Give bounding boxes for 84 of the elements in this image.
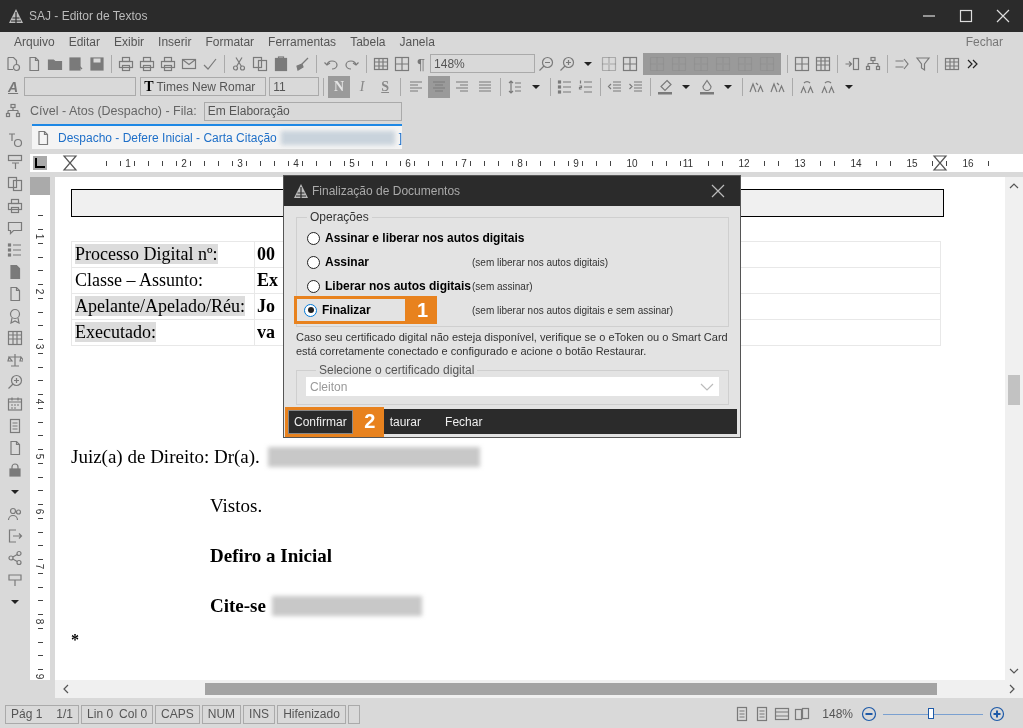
status-indicator: CAPS <box>155 704 200 724</box>
ruler-number: 7 <box>34 561 46 572</box>
menu-item[interactable]: Editar <box>68 35 101 49</box>
group-title: Operações <box>309 210 370 224</box>
close-document-link[interactable]: Fechar <box>965 35 1003 49</box>
menu-item[interactable]: Ferramentas <box>268 35 337 49</box>
ruler-number: 4 <box>34 396 46 407</box>
status-indicator: Hifenizado <box>277 704 346 724</box>
option-label[interactable]: Assinar <box>325 255 370 269</box>
font-combo[interactable]: T Times New Romar <box>140 77 267 96</box>
menu-item[interactable]: Exibir <box>114 35 145 49</box>
dialog-button[interactable]: Fechar <box>439 409 489 434</box>
ruler-number: 12 <box>736 157 752 169</box>
paragraph: Cite-se <box>210 595 266 617</box>
ruler-number: 8 <box>515 157 525 169</box>
dialog-button[interactable]: Confirmar <box>288 409 353 434</box>
dialog-button[interactable]: taurar <box>383 409 428 434</box>
ruler-number: 5 <box>34 451 46 462</box>
menu-item[interactable]: Formatar <box>205 35 255 49</box>
menu-item[interactable]: Tabela <box>350 35 386 49</box>
status-indicator: NUM <box>201 704 242 724</box>
ruler-number: 10 <box>624 157 640 169</box>
field-value: Ex <box>257 270 278 290</box>
judge-line: Juiz(a) de Direito: Dr(a). <box>71 446 260 468</box>
pilcrow-button[interactable]: ¶ <box>417 55 426 72</box>
status-indicator: INS <box>243 704 276 724</box>
tab-title-end: ] <box>398 130 402 145</box>
paragraph: Defiro a Inicial <box>210 545 333 567</box>
ruler-number: 2 <box>34 286 46 297</box>
ruler-number: 4 <box>291 157 301 169</box>
menu-item[interactable]: Arquivo <box>14 35 55 49</box>
field-label: Apelante/Apelado/Réu: <box>75 296 245 316</box>
page-number: Pág 1 <box>11 707 43 721</box>
certificate-select[interactable]: Cleiton <box>306 377 719 396</box>
ruler-number: 16 <box>960 157 976 169</box>
ruler-number: 7 <box>459 157 469 169</box>
option-label[interactable]: Finalizar <box>322 303 371 317</box>
ruler-number: 13 <box>792 157 808 169</box>
ruler-number: 3 <box>235 157 245 169</box>
field-label: Processo Digital nº: <box>75 244 218 264</box>
option-hint: (sem liberar nos autos digitais) <box>472 256 609 268</box>
zoom-combo[interactable]: 148% <box>430 54 536 73</box>
document-tab[interactable]: Despacho - Defere Inicial - Carta Citação ] <box>32 124 402 149</box>
context-label: Cível - Atos (Despacho) - Fila: <box>30 104 197 118</box>
column-number: Col 0 <box>119 707 148 721</box>
ruler-number: 3 <box>34 341 46 352</box>
dialog-title: Finalização de Documentos <box>312 184 461 198</box>
field-value: va <box>257 322 275 342</box>
ruler-number: 6 <box>34 506 46 517</box>
paragraph: Vistos. <box>210 495 263 517</box>
ruler-number: 15 <box>904 157 920 169</box>
line-number: Lin 0 <box>87 707 114 721</box>
instruction-text: Caso seu certificado digital não esteja disponível, verifique se o eToken ou o Smart Card está corretamente conectado e configurado e acione o botão Restaurar. <box>296 330 729 358</box>
group-title: Selecione o certificado digital <box>318 363 476 377</box>
ruler-number: 1 <box>34 231 46 242</box>
ruler-number: 5 <box>347 157 357 169</box>
callout-badge: 1 <box>408 296 437 324</box>
ruler-number: 11 <box>680 157 696 169</box>
callout-badge: 2 <box>355 406 384 437</box>
field-label: Executado: <box>75 322 156 342</box>
ruler-number: 9 <box>571 157 581 169</box>
ruler-number: 1 <box>123 157 133 169</box>
ruler-number: 6 <box>403 157 413 169</box>
queue-select[interactable]: Em Elaboração <box>203 101 402 121</box>
page-count: 1/1 <box>56 707 74 721</box>
ruler-number: 8 <box>34 616 46 627</box>
menu-item[interactable]: Janela <box>399 35 435 49</box>
tab-title: Despacho - Defere Inicial - Carta Citação <box>58 130 277 145</box>
style-button[interactable]: A <box>8 78 19 95</box>
ruler-number: 2 <box>179 157 189 169</box>
font-size-combo[interactable]: 11 <box>269 77 320 96</box>
option-label[interactable]: Liberar nos autos digitais <box>325 279 472 293</box>
asterisk: * <box>71 632 80 648</box>
window-title: SAJ - Editor de Textos <box>29 9 148 23</box>
option-hint: (sem liberar nos autos digitais e sem assinar) <box>472 304 674 316</box>
field-value: Jo <box>257 296 275 316</box>
ruler-number: 14 <box>848 157 864 169</box>
option-label[interactable]: Assinar e liberar nos autos digitais <box>325 231 525 245</box>
ruler-number: 9 <box>34 671 46 680</box>
field-label: Classe – Assunto: <box>75 270 203 290</box>
option-hint: (sem assinar) <box>472 280 533 292</box>
field-value: 00 <box>257 244 275 264</box>
zoom-level: 148% <box>822 707 853 721</box>
menu-item[interactable]: Inserir <box>158 35 192 49</box>
